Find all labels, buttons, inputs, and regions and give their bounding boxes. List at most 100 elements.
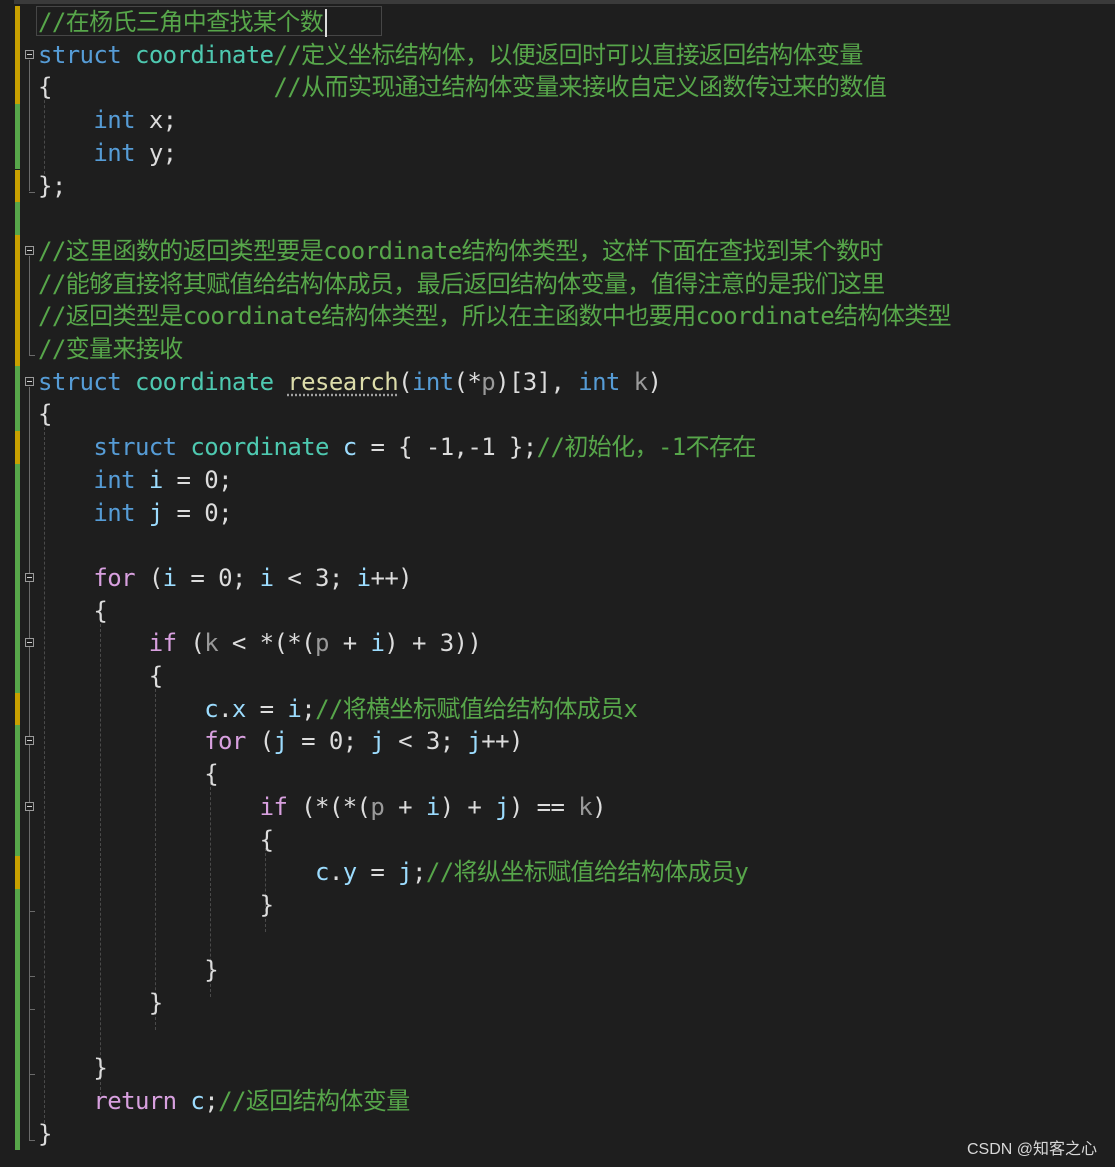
code-line[interactable]: struct coordinate c = { -1,-1 };//初始化，-1… [38, 431, 756, 463]
fold-region-end [29, 976, 35, 978]
code-token: { [38, 662, 163, 690]
code-token: //变量来接收 [38, 335, 183, 363]
code-line[interactable]: struct coordinate research(int(*p)[3], i… [38, 366, 662, 398]
code-line[interactable]: if (*(*(p + i) + j) == k) [38, 791, 607, 823]
text-cursor [325, 9, 328, 37]
code-token: p [370, 792, 385, 821]
fold-region-line [29, 811, 30, 911]
code-line[interactable]: int x; [38, 104, 177, 136]
code-token: = { -1,-1 }; [356, 433, 537, 462]
code-token: = 0; [176, 563, 260, 592]
code-token: = 0; [162, 498, 233, 527]
code-line[interactable]: { [38, 758, 218, 790]
fold-toggle-icon[interactable] [25, 736, 34, 746]
fold-toggle-icon[interactable] [25, 245, 34, 255]
code-token: } [38, 956, 219, 985]
code-token: ; [301, 694, 316, 723]
code-line[interactable]: { //从而实现通过结构体变量来接收自定义函数传过来的数值 [38, 71, 887, 103]
code-token: } [38, 1054, 108, 1083]
fold-region-end [29, 1074, 35, 1076]
code-line[interactable]: { [38, 824, 274, 856]
code-line[interactable]: for (i = 0; i < 3; i++) [38, 562, 412, 594]
code-line[interactable]: //这里函数的返回类型要是coordinate结构体类型，这样下面在查找到某个数… [38, 235, 883, 267]
code-token: coordinate [134, 367, 274, 396]
code-token: i [425, 792, 440, 821]
code-token: p [481, 367, 496, 396]
code-token: { [38, 760, 219, 789]
code-line[interactable]: //变量来接收 [38, 333, 183, 365]
code-token: ( [176, 629, 205, 658]
saved-change-bar [15, 365, 20, 432]
code-token: k [633, 367, 648, 396]
code-line[interactable]: } [38, 954, 218, 986]
code-line[interactable]: struct coordinate//定义坐标结构体，以便返回时可以直接返回结构… [38, 39, 863, 71]
code-line[interactable]: return c;//返回结构体变量 [38, 1085, 410, 1117]
code-line[interactable]: { [38, 595, 107, 627]
code-line[interactable]: int i = 0; [38, 464, 232, 496]
code-token: for [93, 563, 135, 592]
code-line[interactable]: { [38, 398, 52, 430]
code-token: } [38, 1119, 52, 1148]
code-token: (* [453, 367, 482, 396]
code-token: ) [647, 367, 662, 396]
code-line[interactable]: int j = 0; [38, 497, 232, 529]
fold-toggle-icon[interactable] [25, 49, 34, 59]
code-token: int [93, 106, 135, 135]
code-token: ( [245, 727, 274, 756]
code-token: } [38, 890, 274, 919]
code-token: if [148, 629, 177, 658]
saved-change-bar [15, 888, 20, 1151]
code-line[interactable]: { [38, 660, 163, 692]
unsaved-change-bar [15, 431, 20, 464]
fold-region-line [29, 255, 30, 355]
code-token: c [204, 694, 219, 723]
saved-change-bar [15, 104, 20, 170]
code-line[interactable]: c.x = i;//将横坐标赋值给结构体成员x [38, 693, 638, 725]
fold-toggle-icon[interactable] [25, 376, 34, 386]
code-token: = 0; [287, 727, 371, 756]
code-token: < 3; [273, 563, 357, 592]
code-line[interactable]: } [38, 1052, 107, 1084]
code-token: y [342, 858, 357, 887]
code-line[interactable]: } [38, 1118, 52, 1150]
fold-region-end [29, 191, 35, 193]
code-token: i [259, 563, 274, 592]
code-token: j [467, 727, 482, 756]
code-line[interactable]: if (k < *(*(p + i) + 3)) [38, 627, 482, 659]
code-line[interactable]: //在杨氏三角中查找某个数 [38, 6, 328, 38]
code-token: { [38, 73, 52, 102]
code-token: c [342, 433, 357, 462]
code-line[interactable]: for (j = 0; j < 3; j++) [38, 725, 523, 757]
code-token: //返回结构体变量 [218, 1087, 410, 1116]
code-editor[interactable]: //在杨氏三角中查找某个数 struct coordinate//定义坐标结构体，… [0, 0, 1115, 1167]
code-token: ; [412, 858, 426, 887]
fold-toggle-icon[interactable] [25, 801, 34, 811]
fold-region-line [29, 59, 30, 192]
code-token: research [287, 367, 399, 396]
code-line[interactable]: }; [38, 170, 66, 202]
code-line[interactable]: } [38, 987, 163, 1019]
code-line[interactable]: c.y = j;//将纵坐标赋值给结构体成员y [38, 856, 749, 888]
code-line[interactable]: //返回类型是coordinate结构体类型，所以在主函数中也要用coordin… [38, 300, 952, 332]
code-line[interactable]: //能够直接将其赋值给结构体成员，最后返回结构体变量，值得注意的是我们这里 [38, 268, 885, 300]
fold-toggle-icon[interactable] [25, 572, 34, 582]
code-line[interactable]: int y; [38, 137, 177, 169]
code-token: p [315, 629, 329, 658]
code-line[interactable]: } [38, 889, 274, 921]
code-token: i [162, 563, 177, 592]
fold-toggle-icon[interactable] [25, 638, 34, 648]
code-token: k [204, 629, 219, 658]
code-token: j [495, 792, 509, 821]
code-token: ; [204, 1087, 219, 1116]
